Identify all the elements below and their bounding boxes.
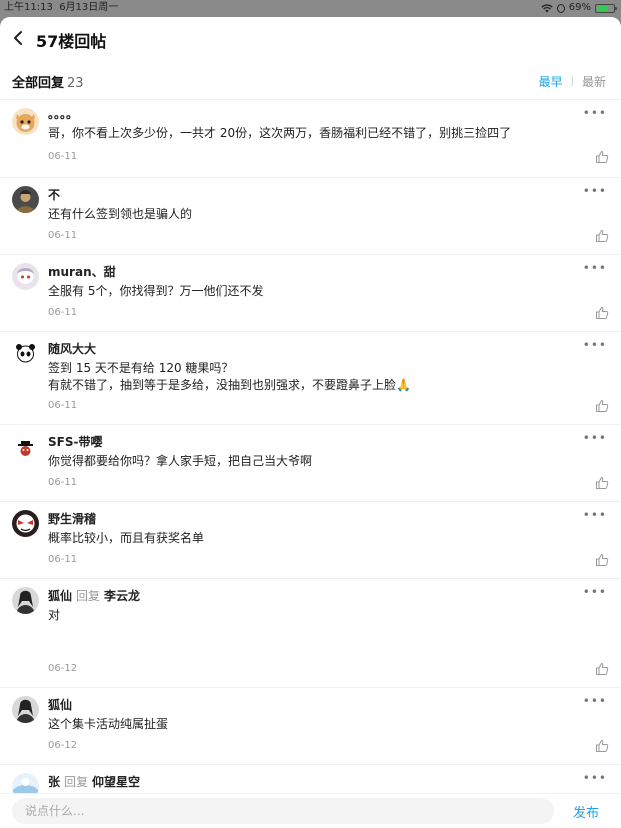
comment-text: 你觉得都要给你吗？拿人家手短，把自己当大爷啊	[48, 454, 313, 468]
comment-item: SFS-带嘤 ••• 你觉得都要给你吗？拿人家手短，把自己当大爷啊 06-11	[0, 425, 621, 502]
avatar[interactable]	[12, 510, 39, 537]
status-time-date: 上午11:13 6月13日周一	[4, 0, 118, 16]
avatar[interactable]	[12, 263, 39, 290]
comment-list: 。。。。 ••• 哥，你不看上次多少份，一共才 20份，这次两万，香肠福利已经不…	[0, 100, 621, 825]
reply-target-username[interactable]: 李云龙	[104, 589, 140, 603]
comment-sheet: 57楼回帖 全部回复 23 最早 | 最新 。。。。 ••• 哥，你不看上次多少份…	[0, 17, 621, 828]
avatar[interactable]	[12, 340, 39, 367]
wifi-icon	[541, 3, 553, 12]
all-replies-label: 全部回复 23	[12, 72, 84, 91]
comment-date: 06-12	[48, 740, 78, 751]
username[interactable]: 狐仙	[48, 696, 72, 713]
sort-earliest-tab[interactable]: 最早	[539, 73, 563, 90]
more-options-icon[interactable]: •••	[583, 431, 607, 445]
battery-percent: 69%	[568, 2, 591, 13]
comment-input[interactable]	[12, 798, 554, 824]
comment-item: muran、甜 ••• 全服有 5个，你找得到？万一他们还不发 06-11	[0, 255, 621, 332]
all-replies-text: 全部回复	[12, 76, 65, 91]
top-bar: 57楼回帖	[0, 17, 621, 61]
sort-toggle: 最早 | 最新	[539, 73, 606, 90]
comment-input-bar: 发布	[0, 793, 621, 828]
thumbs-up-icon[interactable]	[595, 739, 609, 753]
username-text[interactable]: 狐仙	[48, 589, 72, 603]
username: 张回复 仰望星空	[48, 773, 140, 790]
comment-item: 不 ••• 还有什么签到领也是骗人的 06-11	[0, 178, 621, 255]
username: 狐仙 回复 李云龙	[48, 587, 140, 604]
thumbs-up-icon[interactable]	[595, 150, 609, 164]
comment-date: 06-11	[48, 151, 78, 162]
comment-item: 随风大大 ••• 签到 15 天不是有给 120 糖果吗？ 有就不错了，抽到等于…	[0, 332, 621, 425]
reply-target-username[interactable]: 仰望星空	[92, 775, 140, 789]
status-right: 69%	[541, 0, 617, 16]
reply-label: 回复	[64, 775, 89, 789]
comment-text: 全服有 5个，你找得到？万一他们还不发	[48, 284, 264, 298]
publish-button[interactable]: 发布	[573, 802, 599, 821]
comment-text-line-1: 签到 15 天不是有给 120 糖果吗？	[48, 361, 234, 375]
thumbs-up-icon[interactable]	[595, 662, 609, 676]
more-options-icon[interactable]: •••	[583, 106, 607, 120]
comment-date: 06-11	[48, 554, 78, 565]
avatar[interactable]	[12, 433, 39, 460]
thumbs-up-icon[interactable]	[595, 306, 609, 320]
thumbs-up-icon[interactable]	[595, 399, 609, 413]
thumbs-up-icon[interactable]	[595, 229, 609, 243]
battery-level	[597, 5, 609, 11]
comment-text: 哥，你不看上次多少份，一共才 20份，这次两万，香肠福利已经不错了，别挑三捡四了	[48, 126, 512, 140]
comment-text: 概率比较小，而且有获奖名单	[48, 531, 205, 545]
avatar[interactable]	[12, 696, 39, 723]
more-options-icon[interactable]: •••	[583, 508, 607, 522]
comment-item: 狐仙 回复 李云龙 ••• 对 06-12	[0, 579, 621, 688]
username[interactable]: 野生滑稽	[48, 510, 96, 527]
username[interactable]: 不	[48, 186, 60, 203]
comment-date: 06-11	[48, 477, 78, 488]
comment-date: 06-12	[48, 663, 78, 674]
page-title: 57楼回帖	[36, 32, 107, 51]
comment-item: 。。。。 ••• 哥，你不看上次多少份，一共才 20份，这次两万，香肠福利已经不…	[0, 100, 621, 178]
avatar[interactable]	[12, 186, 39, 213]
more-options-icon[interactable]: •••	[583, 261, 607, 275]
lock-rotation-icon	[556, 3, 565, 13]
avatar[interactable]	[12, 108, 39, 135]
status-bar: 上午11:13 6月13日周一 69%	[0, 0, 621, 16]
sort-divider: |	[570, 76, 574, 87]
battery-icon	[595, 3, 617, 13]
comment-item: 狐仙 ••• 这个集卡活动纯属扯蛋 06-12	[0, 688, 621, 765]
comment-date: 06-11	[48, 400, 78, 411]
username[interactable]: 。。。。	[48, 105, 78, 122]
avatar[interactable]	[12, 587, 39, 614]
thumbs-up-icon[interactable]	[595, 553, 609, 567]
more-options-icon[interactable]: •••	[583, 338, 607, 352]
back-arrow-icon[interactable]	[10, 29, 28, 47]
username[interactable]: 随风大大	[48, 340, 96, 357]
sort-latest-tab[interactable]: 最新	[582, 73, 606, 90]
more-options-icon[interactable]: •••	[583, 771, 607, 785]
status-date: 6月13日周一	[59, 2, 119, 13]
comment-date: 06-11	[48, 307, 78, 318]
comment-text: 这个集卡活动纯属扯蛋	[48, 717, 169, 731]
reply-label: 回复	[76, 589, 101, 603]
comment-date: 06-11	[48, 230, 78, 241]
more-options-icon[interactable]: •••	[583, 694, 607, 708]
status-time: 上午11:13	[4, 2, 53, 13]
more-options-icon[interactable]: •••	[583, 184, 607, 198]
comment-text: 还有什么签到领也是骗人的	[48, 207, 193, 221]
more-options-icon[interactable]: •••	[583, 585, 607, 599]
comment-text-line-2: 有就不错了，抽到等于是多给，没抽到也别强求，不要蹬鼻子上脸🙏	[48, 378, 411, 392]
reply-count: 23	[67, 76, 84, 91]
username[interactable]: SFS-带嘤	[48, 433, 102, 450]
filter-bar: 全部回复 23 最早 | 最新	[0, 61, 621, 100]
comment-text: 对	[48, 608, 61, 622]
comment-item: 野生滑稽 ••• 概率比较小，而且有获奖名单 06-11	[0, 502, 621, 579]
username-text[interactable]: 张	[48, 775, 60, 789]
username[interactable]: muran、甜	[48, 263, 116, 280]
thumbs-up-icon[interactable]	[595, 476, 609, 490]
